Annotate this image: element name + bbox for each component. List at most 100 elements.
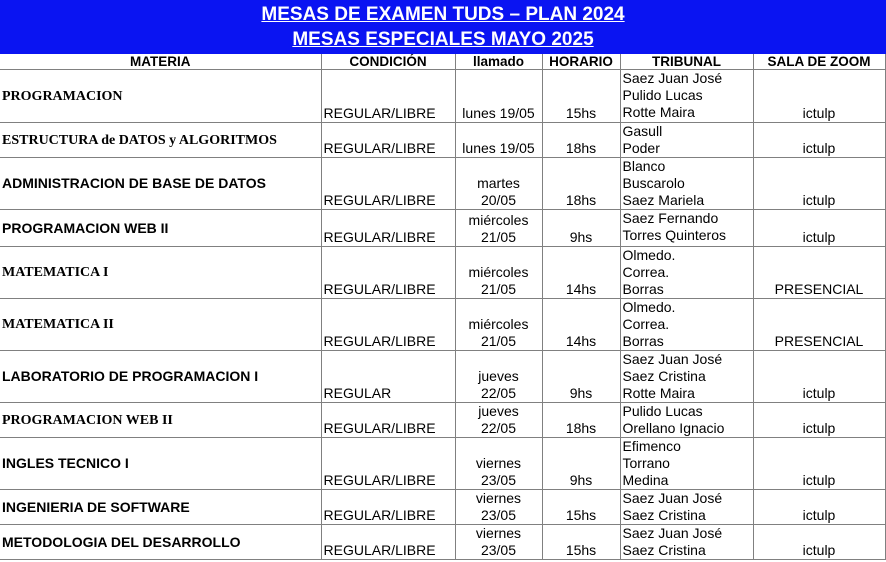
condicion-cell: REGULAR [320, 350, 456, 403]
llamado-line: 21/05 [480, 281, 517, 297]
horario-cell: 14hs [541, 298, 621, 351]
title-line-2: MESAS ESPECIALES MAYO 2025 [292, 29, 594, 50]
llamado-line: miércoles [468, 212, 529, 228]
tribunal-member: Saez Juan José [622, 525, 723, 542]
header-llamado: llamado [454, 54, 543, 70]
tribunal-cell: Olmedo. Correa. Borras [619, 246, 754, 299]
sala-cell: ictulp [752, 122, 886, 158]
table-row: PROGRAMACION REGULAR/LIBRE lunes 19/05 15hs… [0, 69, 886, 123]
tribunal-cell: Blanco Buscarolo Saez Mariela [619, 157, 754, 210]
materia-cell: LABORATORIO DE PROGRAMACION I [0, 350, 322, 403]
llamado-line: jueves [478, 368, 519, 384]
tribunal-member: Poder [622, 140, 660, 156]
table-row: METODOLOGIA DEL DESARROLLO REGULAR/LIBRE v… [0, 524, 886, 560]
horario-cell: 18hs [541, 157, 621, 210]
tribunal-member: Saez Juan José [622, 70, 723, 87]
materia-cell: INGENIERIA DE SOFTWARE [0, 489, 322, 525]
table-row: INGLES TECNICO I REGULAR/LIBRE viernes 23/0… [0, 437, 886, 490]
table-row: INGENIERIA DE SOFTWARE REGULAR/LIBRE viern… [0, 489, 886, 525]
tribunal-member: Gasull [622, 123, 663, 140]
tribunal-member: Olmedo. [622, 247, 676, 264]
llamado-line: viernes [475, 525, 522, 542]
llamado-line: viernes [475, 455, 522, 471]
llamado-cell: viernes 23/05 [454, 437, 543, 490]
tribunal-member: Rotte Maira [622, 104, 695, 120]
llamado-line: 22/05 [480, 385, 517, 401]
tribunal-member: Olmedo. [622, 299, 676, 316]
llamado-cell: jueves 22/05 [454, 402, 543, 438]
llamado-cell: miércoles 21/05 [454, 209, 543, 247]
condicion-cell: REGULAR/LIBRE [320, 157, 456, 210]
horario-cell: 18hs [541, 402, 621, 438]
llamado-line: miércoles [468, 316, 529, 332]
title-banner: MESAS DE EXAMEN TUDS – PLAN 2024 MESAS E… [0, 0, 886, 54]
horario-cell: 9hs [541, 437, 621, 490]
horario-cell: 15hs [541, 69, 621, 123]
tribunal-member: Borras [622, 281, 664, 297]
sala-cell: PRESENCIAL [752, 298, 886, 351]
llamado-line: 20/05 [480, 192, 517, 208]
tribunal-member: Saez Cristina [622, 507, 706, 523]
horario-cell: 15hs [541, 489, 621, 525]
table-row: PROGRAMACION WEB II REGULAR/LIBRE miércole… [0, 209, 886, 247]
tribunal-member: Buscarolo [622, 175, 685, 191]
tribunal-member: Correa. [622, 316, 670, 332]
materia-cell: METODOLOGIA DEL DESARROLLO [0, 524, 322, 560]
table-row: ESTRUCTURA de DATOS y ALGORITMOS REGULAR/… [0, 122, 886, 158]
sala-cell: ictulp [752, 402, 886, 438]
condicion-cell: REGULAR/LIBRE [320, 246, 456, 299]
condicion-cell: REGULAR/LIBRE [320, 69, 456, 123]
tribunal-member: Correa. [622, 264, 670, 280]
llamado-line: miércoles [468, 264, 529, 280]
horario-cell: 18hs [541, 122, 621, 158]
exam-schedule-table: MATERIA CONDICIÓN llamado HORARIO TRIBUN… [0, 54, 886, 560]
tribunal-member: Saez Cristina [622, 542, 706, 558]
llamado-line: 23/05 [480, 507, 517, 523]
tribunal-member: Pulido Lucas [622, 403, 703, 420]
llamado-line: viernes [475, 490, 522, 507]
tribunal-member: Saez Juan José [622, 351, 723, 368]
sala-cell: ictulp [752, 489, 886, 525]
tribunal-cell: Saez Juan José Saez Cristina [619, 489, 754, 525]
tribunal-cell: Gasull Poder [619, 122, 754, 158]
llamado-cell: viernes 23/05 [454, 489, 543, 525]
llamado-cell: lunes 19/05 [454, 122, 543, 158]
tribunal-member: Pulido Lucas [622, 87, 703, 103]
tribunal-member: Saez Fernando [622, 210, 719, 227]
table-row: MATEMATICA II REGULAR/LIBRE miércoles 21/05… [0, 298, 886, 351]
llamado-line: 21/05 [480, 229, 517, 245]
llamado-line: martes [477, 175, 520, 191]
tribunal-member: Saez Cristina [622, 368, 706, 384]
table-header-row: MATERIA CONDICIÓN llamado HORARIO TRIBUN… [0, 54, 886, 70]
llamado-line: 22/05 [480, 420, 517, 436]
table-row: ADMINISTRACION DE BASE DE DATOS REGULAR/L… [0, 157, 886, 210]
horario-cell: 14hs [541, 246, 621, 299]
sala-cell: ictulp [752, 524, 886, 560]
llamado-cell: viernes 23/05 [454, 524, 543, 560]
llamado-cell: lunes 19/05 [454, 69, 543, 123]
materia-cell: PROGRAMACION WEB II [0, 402, 322, 438]
llamado-line: lunes 19/05 [462, 140, 535, 156]
tribunal-member: Efimenco [622, 438, 681, 455]
tribunal-member: Orellano Ignacio [622, 420, 725, 436]
table-row: LABORATORIO DE PROGRAMACION I REGULAR juev… [0, 350, 886, 403]
header-condicion: CONDICIÓN [320, 54, 456, 70]
sala-cell: PRESENCIAL [752, 246, 886, 299]
sala-cell: ictulp [752, 437, 886, 490]
tribunal-member: Saez Juan José [622, 490, 723, 507]
materia-cell: ADMINISTRACION DE BASE DE DATOS [0, 157, 322, 210]
sala-cell: ictulp [752, 209, 886, 247]
llamado-line: 23/05 [480, 472, 517, 488]
llamado-line: lunes 19/05 [462, 105, 535, 121]
sala-cell: ictulp [752, 157, 886, 210]
llamado-line: jueves [478, 403, 519, 420]
table-row: MATEMATICA I REGULAR/LIBRE miércoles 21/05 1… [0, 246, 886, 299]
llamado-cell: martes 20/05 [454, 157, 543, 210]
condicion-cell: REGULAR/LIBRE [320, 489, 456, 525]
tribunal-member: Blanco [622, 158, 666, 175]
condicion-cell: REGULAR/LIBRE [320, 437, 456, 490]
materia-cell: MATEMATICA I [0, 246, 322, 299]
condicion-cell: REGULAR/LIBRE [320, 298, 456, 351]
materia-cell: MATEMATICA II [0, 298, 322, 351]
tribunal-cell: Efimenco Torrano Medina [619, 437, 754, 490]
